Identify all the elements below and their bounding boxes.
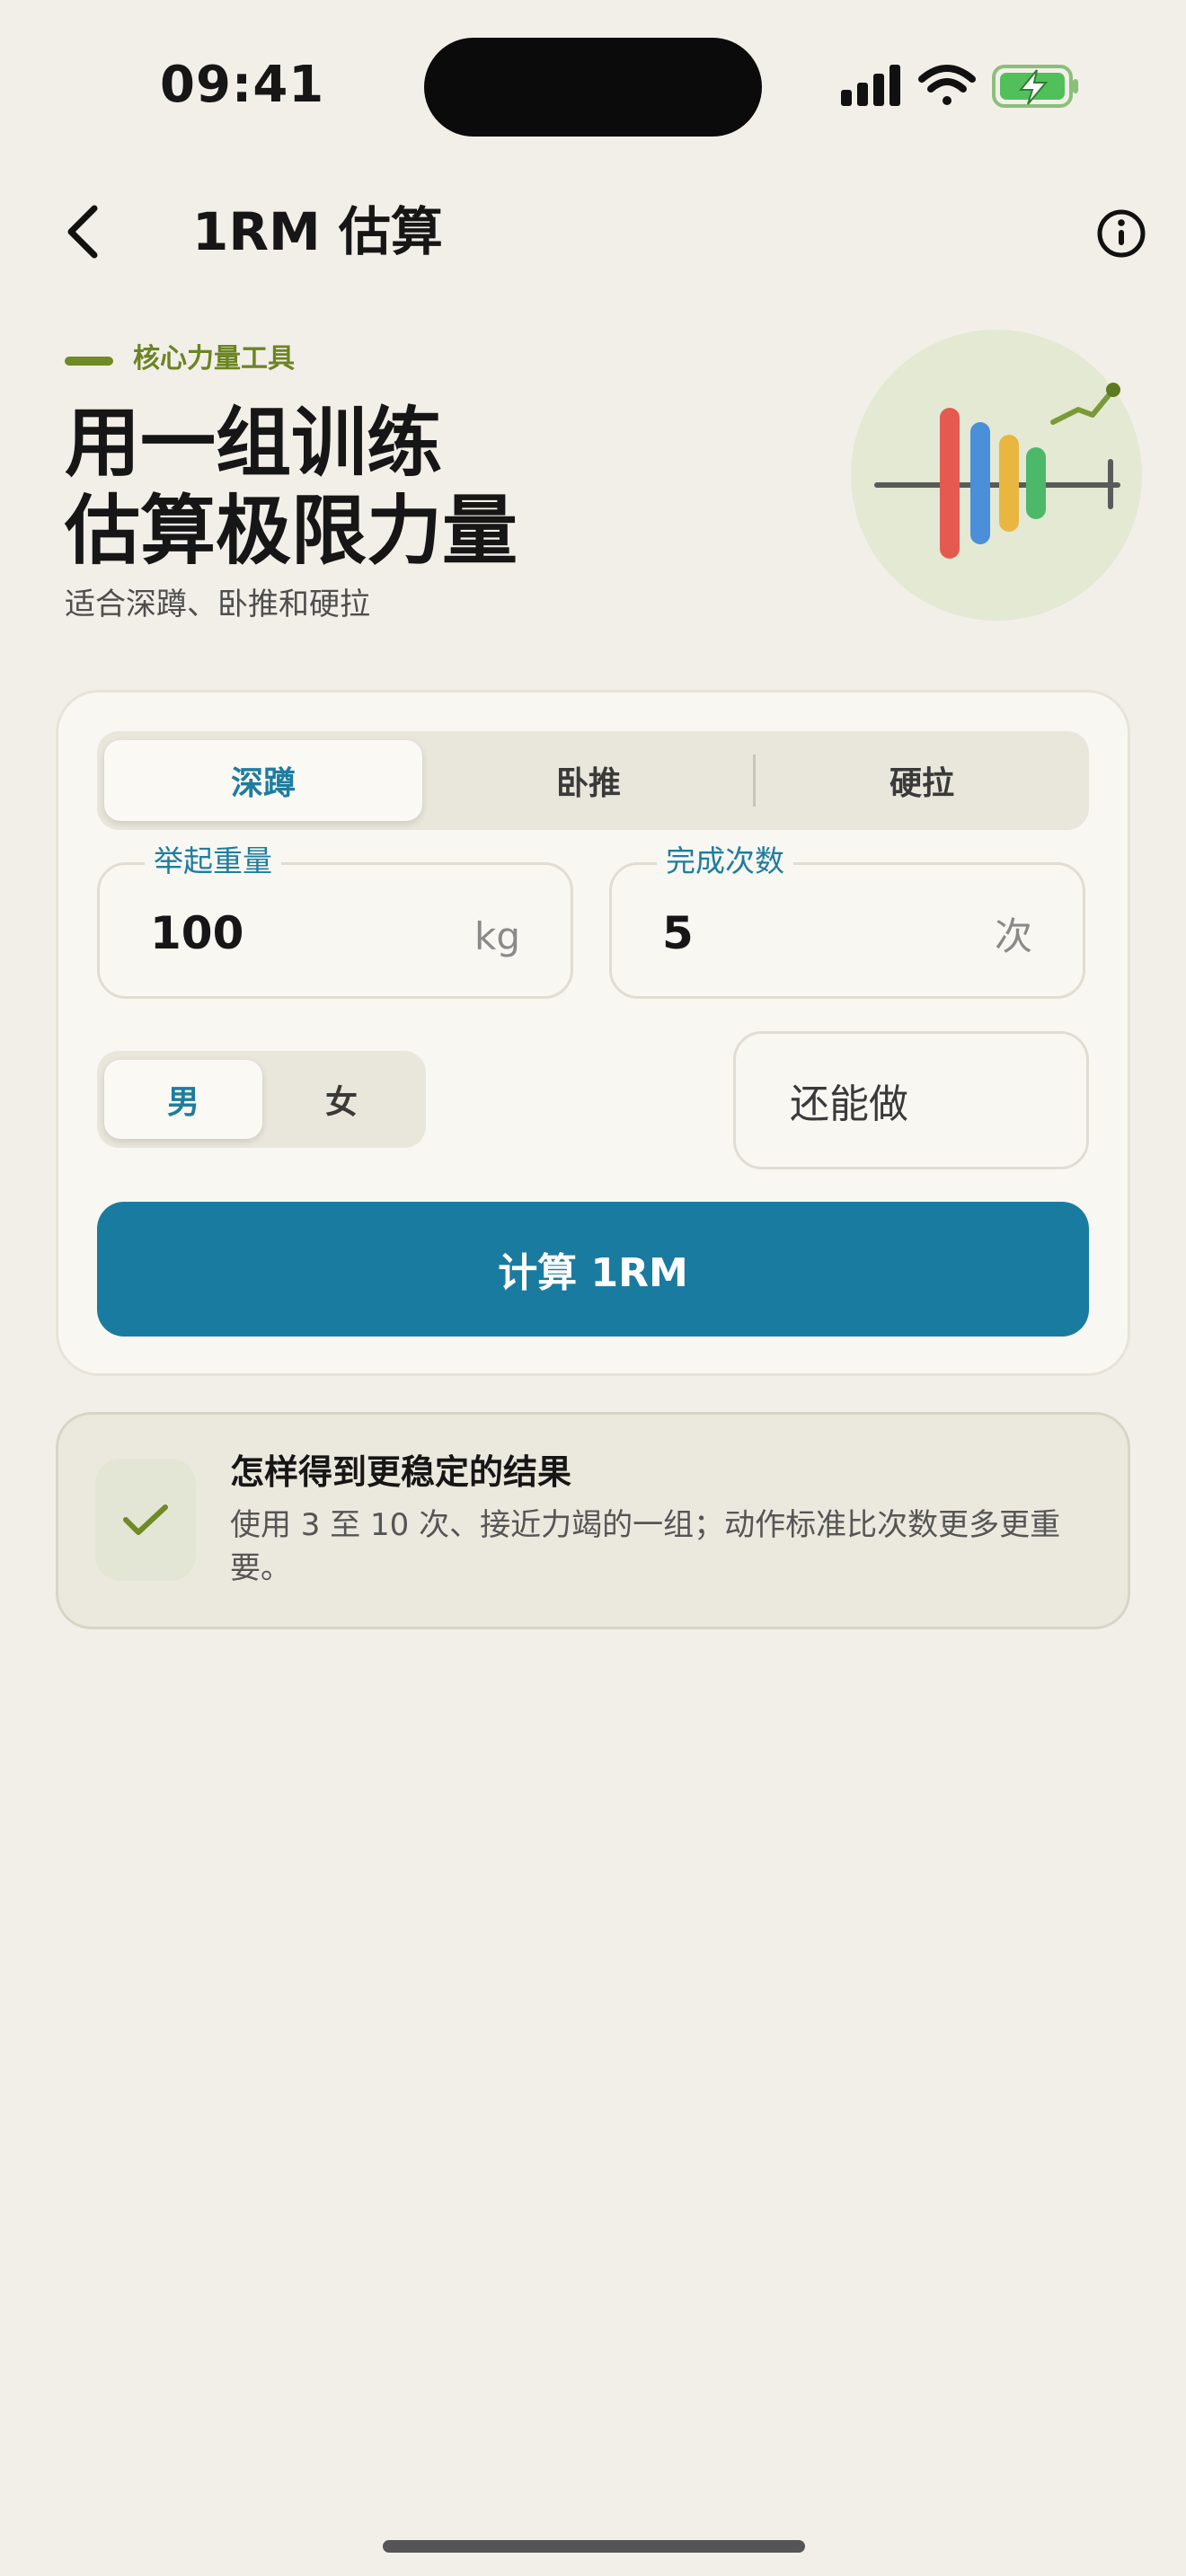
status-time: 09:41 xyxy=(160,56,325,114)
eyebrow-label: 核心力量工具 xyxy=(133,343,295,375)
page-title: 1RM 估算 xyxy=(192,201,443,262)
reps-field[interactable]: 完成次数 5 次 xyxy=(609,842,1085,999)
gender-female[interactable]: 女 xyxy=(262,1060,420,1139)
more-reps-button[interactable]: 还能做 xyxy=(733,1031,1089,1169)
wifi-icon xyxy=(918,65,976,105)
weight-field[interactable]: 举起重量 100 kg xyxy=(97,842,573,999)
info-icon xyxy=(1097,209,1146,258)
headline-line-1: 用一组训练 xyxy=(65,399,443,487)
tab-bench-press[interactable]: 卧推 xyxy=(429,740,748,821)
gender-toggle: 男 女 xyxy=(97,1051,426,1148)
weight-value[interactable]: 100 xyxy=(150,904,243,962)
reps-field-label: 完成次数 xyxy=(657,842,793,881)
chevron-left-icon xyxy=(67,205,98,259)
dynamic-island xyxy=(424,38,762,137)
tip-title: 怎样得到更稳定的结果 xyxy=(230,1452,572,1492)
gender-male[interactable]: 男 xyxy=(104,1060,262,1139)
headline: 用一组训练 估算极限力量 xyxy=(65,399,518,575)
signal-icon xyxy=(841,65,900,106)
tip-text: 使用 3 至 10 次、接近力竭的一组；动作标准比次数更多更重要。 xyxy=(230,1507,1061,1586)
exercise-tabs: 深蹲 卧推 硬拉 xyxy=(97,731,1089,830)
subtitle: 适合深蹲、卧推和硬拉 xyxy=(65,587,370,622)
barbell-chart-illustration xyxy=(848,327,1145,623)
tab-deadlift[interactable]: 硬拉 xyxy=(762,740,1082,821)
check-icon xyxy=(123,1504,168,1535)
tab-divider xyxy=(753,754,756,807)
tab-squat[interactable]: 深蹲 xyxy=(104,740,422,821)
weight-unit: kg xyxy=(474,914,520,958)
info-button[interactable] xyxy=(1087,199,1155,268)
headline-line-2: 估算极限力量 xyxy=(65,487,518,575)
back-button[interactable] xyxy=(47,196,119,268)
weight-field-label: 举起重量 xyxy=(145,842,281,881)
calculate-button[interactable]: 计算 1RM xyxy=(97,1202,1089,1337)
eyebrow-line xyxy=(65,357,113,366)
reps-value[interactable]: 5 xyxy=(662,904,694,962)
status-icons xyxy=(837,59,1080,113)
home-indicator[interactable] xyxy=(383,2540,805,2553)
tip-icon-badge xyxy=(95,1459,196,1581)
reps-unit: 次 xyxy=(994,914,1032,958)
battery-charging-icon xyxy=(992,65,1078,108)
